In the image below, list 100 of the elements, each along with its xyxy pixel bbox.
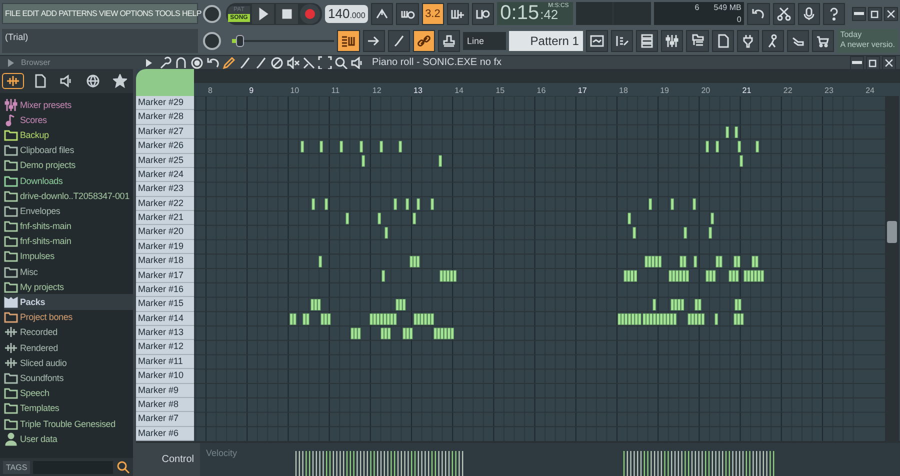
- toolbar-button[interactable]: [812, 30, 834, 52]
- marker-key[interactable]: Marker #15: [136, 297, 194, 312]
- pattern-selector[interactable]: Pattern 1: [508, 30, 583, 50]
- marker-key[interactable]: Marker #7: [136, 412, 194, 427]
- marker-key[interactable]: Marker #6: [136, 426, 194, 441]
- window-button[interactable]: [868, 6, 882, 20]
- browser-item[interactable]: drive-downlo..T2058347-001: [4, 188, 133, 204]
- toolbar-button[interactable]: [686, 30, 709, 52]
- menu-item[interactable]: ADD: [40, 9, 57, 18]
- news-panel[interactable]: Today A newer versio.: [837, 28, 898, 52]
- toolbar-toggle[interactable]: [412, 30, 435, 52]
- marker-key[interactable]: Marker #25: [136, 154, 194, 168]
- menu-item[interactable]: PATTERNS: [58, 9, 97, 18]
- window-button[interactable]: [884, 6, 898, 20]
- browser-item[interactable]: Scores: [4, 112, 133, 128]
- notes-drawing[interactable]: [290, 126, 764, 340]
- velocity-bars-drawing[interactable]: [295, 451, 774, 476]
- toolbar-toggle[interactable]: [446, 2, 469, 24]
- marker-key[interactable]: Marker #22: [136, 196, 194, 211]
- marker-key[interactable]: Marker #14: [136, 312, 194, 326]
- marker-key[interactable]: Marker #11: [136, 354, 194, 370]
- browser-item[interactable]: Triple Trouble Genesised: [4, 416, 133, 432]
- toolbar-button[interactable]: [822, 2, 846, 24]
- toolbar-toggle[interactable]: [396, 2, 419, 24]
- browser-item[interactable]: Impulses: [4, 248, 133, 264]
- browser-item[interactable]: fnf-shits-main: [4, 218, 133, 234]
- marker-key[interactable]: Marker #28: [136, 110, 194, 125]
- note-grid[interactable]: [194, 96, 885, 441]
- play-button[interactable]: [252, 4, 274, 24]
- browser-item[interactable]: Misc: [4, 264, 133, 280]
- browser-item[interactable]: Demo projects: [4, 158, 133, 173]
- toolbar-button[interactable]: [712, 30, 734, 52]
- window-button[interactable]: [850, 56, 864, 70]
- toolbar-toggle[interactable]: [388, 30, 410, 52]
- snap-dropdown[interactable]: Line: [463, 32, 506, 50]
- browser-item[interactable]: Speech: [4, 386, 133, 401]
- browser-item[interactable]: Downloads: [4, 172, 133, 188]
- browser-item[interactable]: Project bones: [4, 310, 133, 325]
- marker-key[interactable]: Marker #10: [136, 369, 194, 384]
- toolbar-button[interactable]: [772, 2, 795, 24]
- marker-key[interactable]: Marker #13: [136, 326, 194, 340]
- master-volume-knob[interactable]: [203, 4, 221, 22]
- marker-key[interactable]: Marker #21: [136, 211, 194, 226]
- toolbar-toggle[interactable]: [438, 30, 460, 52]
- browser-item[interactable]: Recorded: [4, 324, 133, 340]
- toolbar-toggle[interactable]: [472, 2, 494, 24]
- toolbar-button[interactable]: [636, 30, 658, 52]
- browser-item[interactable]: Clipboard files: [4, 142, 133, 158]
- marker-key[interactable]: Marker #20: [136, 225, 194, 240]
- marker-key[interactable]: Marker #29: [136, 96, 194, 110]
- toolbar-button[interactable]: [611, 30, 634, 52]
- marker-key[interactable]: Marker #8: [136, 398, 194, 412]
- marker-key[interactable]: Marker #17: [136, 268, 194, 283]
- marker-key[interactable]: Marker #23: [136, 182, 194, 197]
- browser-item[interactable]: Mixer presets: [4, 97, 133, 112]
- toolbar-button[interactable]: [736, 30, 759, 52]
- browser-item[interactable]: Envelopes: [4, 203, 133, 218]
- window-button[interactable]: [882, 56, 896, 70]
- marker-key[interactable]: Marker #19: [136, 240, 194, 254]
- tempo-display[interactable]: 140.000: [325, 4, 368, 22]
- toolbar-button[interactable]: [586, 30, 608, 52]
- marker-key[interactable]: Marker #26: [136, 139, 194, 154]
- window-button[interactable]: [866, 56, 880, 70]
- browser-item[interactable]: Sliced audio: [4, 355, 133, 370]
- menu-item[interactable]: HELP: [182, 9, 202, 18]
- toolbar-toggle[interactable]: 3.2: [422, 2, 444, 24]
- browser-tab[interactable]: [2, 73, 24, 89]
- toolbar-toggle[interactable]: [362, 30, 385, 52]
- menu-item[interactable]: TOOLS: [155, 9, 180, 18]
- menu-item[interactable]: VIEW: [98, 9, 118, 18]
- window-button[interactable]: [852, 6, 866, 20]
- stop-button[interactable]: [276, 4, 298, 24]
- master-pitch-knob[interactable]: [203, 32, 221, 50]
- toolbar-toggle[interactable]: [337, 30, 360, 52]
- marker-key[interactable]: Marker #24: [136, 168, 194, 182]
- vertical-scrollbar[interactable]: [885, 96, 899, 441]
- toolbar-button[interactable]: [798, 2, 820, 24]
- browser-item[interactable]: User data: [4, 431, 133, 446]
- browser-item[interactable]: Soundfonts: [4, 370, 133, 386]
- toolbar-button[interactable]: [786, 30, 810, 52]
- marker-key[interactable]: Marker #9: [136, 384, 194, 398]
- menu-item[interactable]: FILE: [5, 9, 20, 18]
- marker-key[interactable]: Marker #18: [136, 254, 194, 268]
- toolbar-button[interactable]: [747, 2, 770, 24]
- browser-item[interactable]: Templates: [4, 400, 133, 416]
- browser-item[interactable]: My projects: [4, 279, 133, 294]
- marker-key[interactable]: Marker #12: [136, 340, 194, 355]
- browser-item[interactable]: fnf-shits-main: [4, 234, 133, 249]
- master-pitch-slider[interactable]: [232, 34, 334, 46]
- tags-button[interactable]: TAGS: [3, 460, 30, 474]
- menu-item[interactable]: EDIT: [22, 9, 39, 18]
- marker-key[interactable]: Marker #16: [136, 282, 194, 298]
- toolbar-button[interactable]: [661, 30, 684, 52]
- control-selector[interactable]: Control: [136, 443, 200, 476]
- toolbar-button[interactable]: [762, 30, 784, 52]
- browser-item[interactable]: Rendered: [4, 340, 133, 356]
- toolbar-toggle[interactable]: [371, 2, 394, 24]
- browser-item[interactable]: Backup: [4, 127, 133, 143]
- marker-key[interactable]: Marker #27: [136, 124, 194, 140]
- menu-item[interactable]: OPTIONS: [120, 9, 153, 18]
